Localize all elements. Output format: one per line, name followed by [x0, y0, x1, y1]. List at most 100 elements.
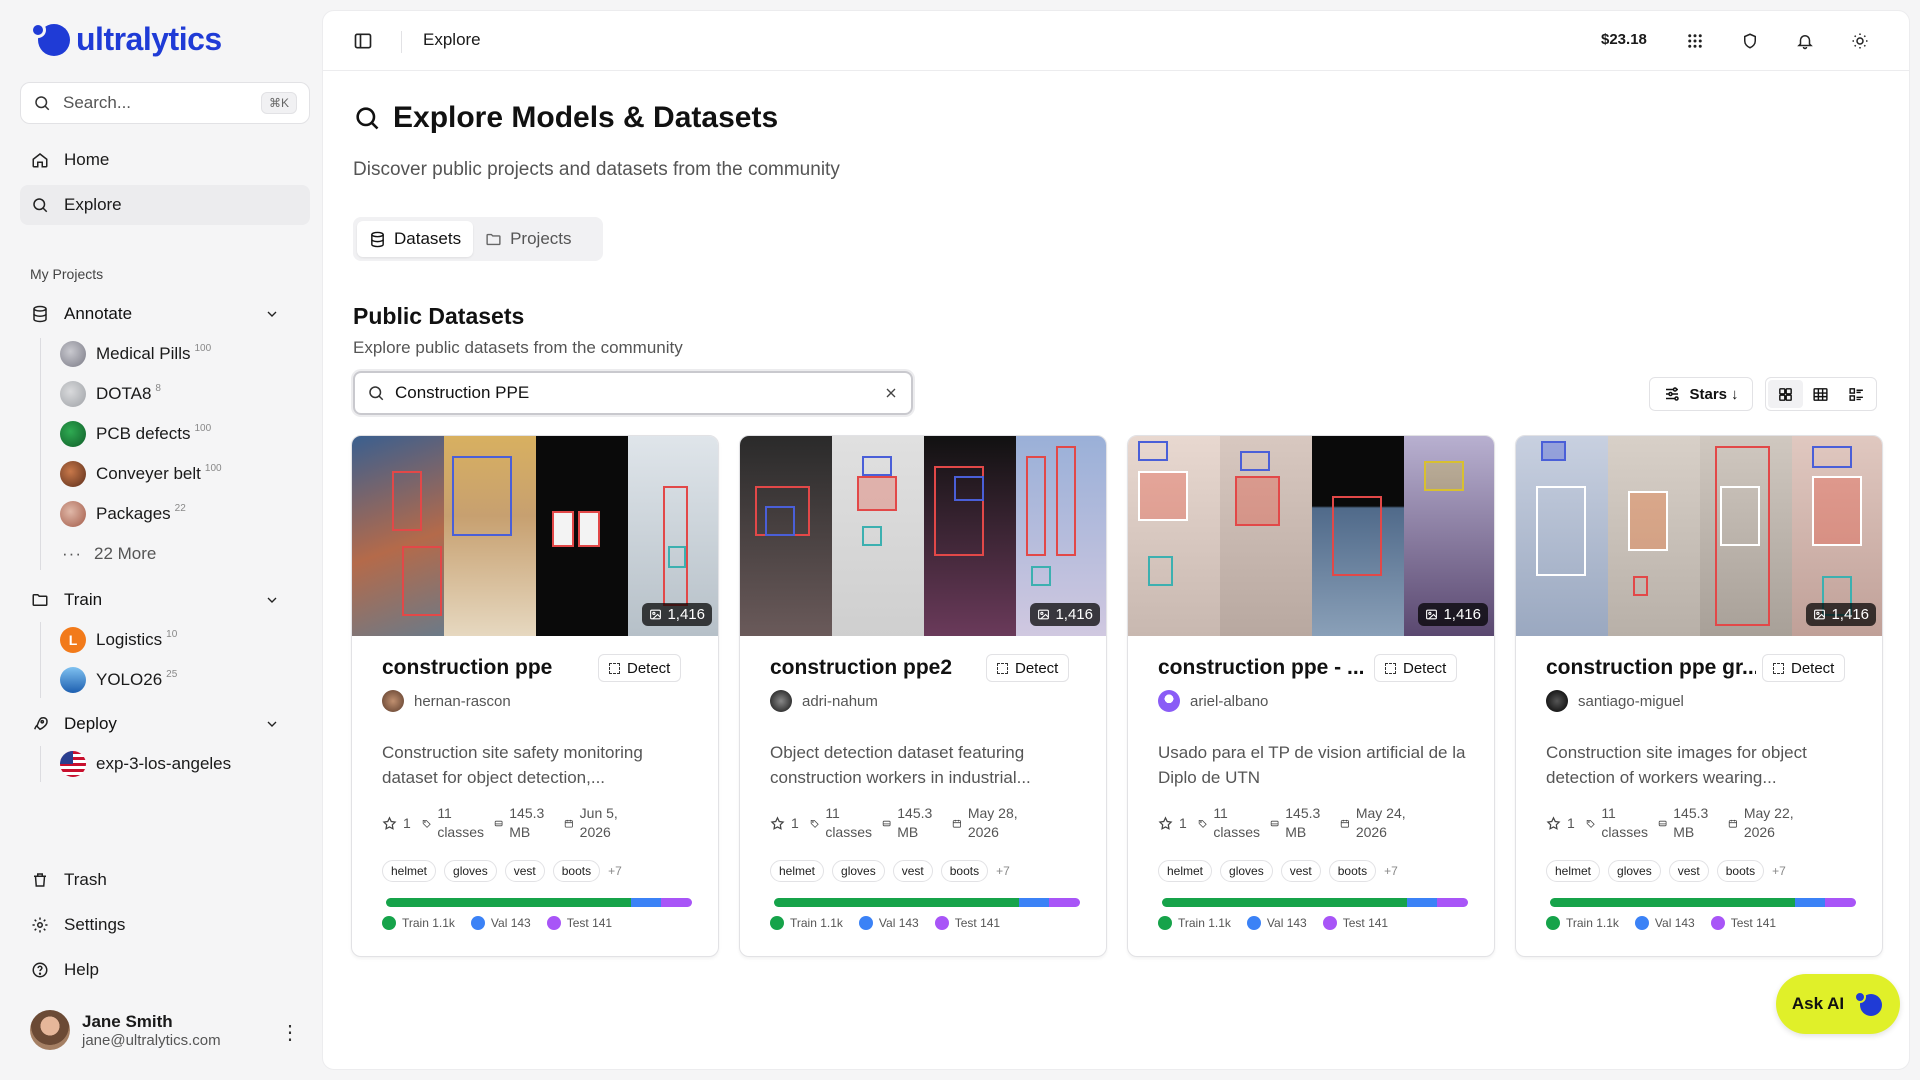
table-view-button[interactable] — [1803, 380, 1838, 408]
project-count: 8 — [155, 382, 161, 394]
grid-view-button[interactable] — [1768, 380, 1804, 408]
dataset-card[interactable]: 1,416 construction ppe2 Detect adri-nahu… — [739, 435, 1107, 957]
project-packages[interactable]: Packages 22 — [60, 496, 186, 532]
project-dota8[interactable]: DOTA8 8 — [60, 376, 161, 412]
user-email: jane@ultralytics.com — [82, 1031, 221, 1049]
close-icon[interactable] — [883, 385, 899, 401]
dataset-description: Usado para el TP de vision artificial de… — [1158, 743, 1466, 787]
section-subtitle: Explore public datasets from the communi… — [353, 338, 683, 357]
dataset-owner[interactable]: hernan-rascon — [382, 690, 511, 712]
nav-help-label: Help — [64, 960, 99, 979]
star-icon[interactable] — [1546, 816, 1561, 831]
class-tag: vest — [1668, 860, 1709, 882]
tab-datasets[interactable]: Datasets — [357, 221, 474, 257]
class-tags: helmet gloves vest boots +7 — [770, 860, 1010, 882]
dataset-owner[interactable]: ariel-albano — [1158, 690, 1268, 712]
dataset-card[interactable]: 1,416 construction ppe - ... Detect arie… — [1127, 435, 1495, 957]
class-tag: vest — [1280, 860, 1321, 882]
chevron-down-icon[interactable] — [264, 306, 280, 322]
dataset-size: 145.3 MB — [1285, 805, 1321, 840]
search-shortcut: ⌘K — [260, 92, 297, 114]
class-tags: helmet gloves vest boots +7 — [1158, 860, 1398, 882]
chevron-down-icon[interactable] — [264, 592, 280, 608]
more-label: 22 More — [93, 544, 157, 563]
ask-ai-button[interactable]: Ask AI — [1776, 974, 1900, 1034]
project-name: Medical Pills — [96, 344, 191, 363]
annotate-group[interactable]: Annotate — [20, 296, 280, 332]
search-placeholder: Search... — [63, 93, 132, 112]
dataset-owner[interactable]: adri-nahum — [770, 690, 878, 712]
split-bar — [1550, 898, 1856, 907]
project-medical-pills[interactable]: Medical Pills 100 — [60, 336, 211, 372]
more-vertical-icon[interactable]: ⋮ — [280, 1020, 300, 1045]
task-label: Detect — [627, 659, 671, 677]
sort-button[interactable]: Stars ↓ — [1649, 377, 1753, 411]
nav-explore[interactable]: Explore — [20, 185, 310, 225]
project-exp-3-los-angeles[interactable]: exp-3-los-angeles — [60, 746, 231, 782]
dataset-card[interactable]: 1,416 construction ppe gr... Detect sant… — [1515, 435, 1883, 957]
logo-text: ultralytics — [76, 20, 222, 57]
bell-icon[interactable] — [1793, 29, 1817, 53]
detect-icon — [1773, 662, 1784, 674]
class-tag: boots — [1716, 860, 1765, 882]
view-toggle — [1765, 377, 1877, 411]
image-icon — [1814, 609, 1826, 620]
image-icon — [1038, 609, 1050, 620]
star-icon[interactable] — [770, 816, 785, 831]
nav-help[interactable]: Help — [20, 950, 310, 990]
split-legend: Train 1.1k Val 143 Test 141 — [1158, 916, 1404, 930]
nav-trash-label: Trash — [64, 870, 107, 889]
dataset-search-input[interactable]: Construction PPE — [353, 371, 913, 415]
list-view-button[interactable] — [1839, 380, 1874, 408]
dataset-date: May 28, 2026 — [967, 805, 1018, 840]
split-legend: Train 1.1k Val 143 Test 141 — [382, 916, 628, 930]
project-thumbnail — [60, 461, 86, 487]
star-icon[interactable] — [382, 816, 397, 831]
star-icon[interactable] — [1158, 816, 1173, 831]
dataset-card[interactable]: 1,416 construction ppe Detect hernan-ras… — [351, 435, 719, 957]
tag-icon — [1198, 819, 1207, 828]
owner-avatar — [770, 690, 792, 712]
deploy-group[interactable]: Deploy — [20, 706, 280, 742]
ultralytics-logo[interactable]: ultralytics — [28, 20, 222, 58]
dataset-stats: 1 11 classes 145.3 MB May 28, 2026 — [770, 804, 1090, 844]
credit-balance[interactable]: $23.18 — [1601, 31, 1647, 48]
nav-settings[interactable]: Settings — [20, 905, 310, 945]
sun-icon[interactable] — [1848, 29, 1872, 53]
page-title: Explore Models & Datasets — [353, 101, 778, 135]
nav-home[interactable]: Home — [20, 140, 310, 180]
test-split: Test 141 — [954, 916, 1001, 930]
project-pcb-defects[interactable]: PCB defects 100 — [60, 416, 211, 452]
apps-grid-icon[interactable] — [1683, 29, 1707, 53]
project-conveyer-belt[interactable]: Conveyer belt 100 — [60, 456, 222, 492]
page-subtitle: Discover public projects and datasets fr… — [353, 159, 840, 180]
train-split: Train 1.1k — [1566, 916, 1619, 930]
user-profile[interactable]: Jane Smith jane@ultralytics.com ⋮ — [30, 1008, 300, 1052]
more-projects-link[interactable]: ··· 22 More — [62, 544, 156, 564]
tab-projects[interactable]: Projects — [473, 221, 583, 257]
dataset-size: 145.3 MB — [509, 805, 545, 840]
dataset-size: 145.3 MB — [897, 805, 933, 840]
nav-trash[interactable]: Trash — [20, 860, 310, 900]
train-group[interactable]: Train — [20, 582, 280, 618]
search-input[interactable]: Search... ⌘K — [20, 82, 310, 124]
disk-icon — [1270, 820, 1279, 826]
owner-name: hernan-rascon — [414, 692, 511, 710]
dataset-date: May 24, 2026 — [1355, 805, 1406, 840]
dataset-owner[interactable]: santiago-miguel — [1546, 690, 1684, 712]
more-tags: +7 — [1384, 864, 1398, 878]
project-yolo26[interactable]: YOLO26 25 — [60, 662, 177, 698]
chevron-down-icon[interactable] — [264, 716, 280, 732]
shield-icon[interactable] — [1738, 29, 1762, 53]
detect-icon — [997, 662, 1008, 674]
project-logistics[interactable]: L Logistics 10 — [60, 622, 177, 658]
calendar-icon — [1728, 819, 1738, 828]
search-value: Construction PPE — [395, 383, 530, 402]
sidebar-toggle-icon[interactable] — [353, 31, 373, 51]
rocket-icon — [30, 714, 50, 734]
val-split: Val 143 — [1266, 916, 1307, 930]
more-icon: ··· — [62, 544, 82, 563]
disk-icon — [494, 820, 503, 826]
ultralytics-logo-icon — [1854, 991, 1884, 1017]
ask-ai-label: Ask AI — [1791, 994, 1845, 1013]
